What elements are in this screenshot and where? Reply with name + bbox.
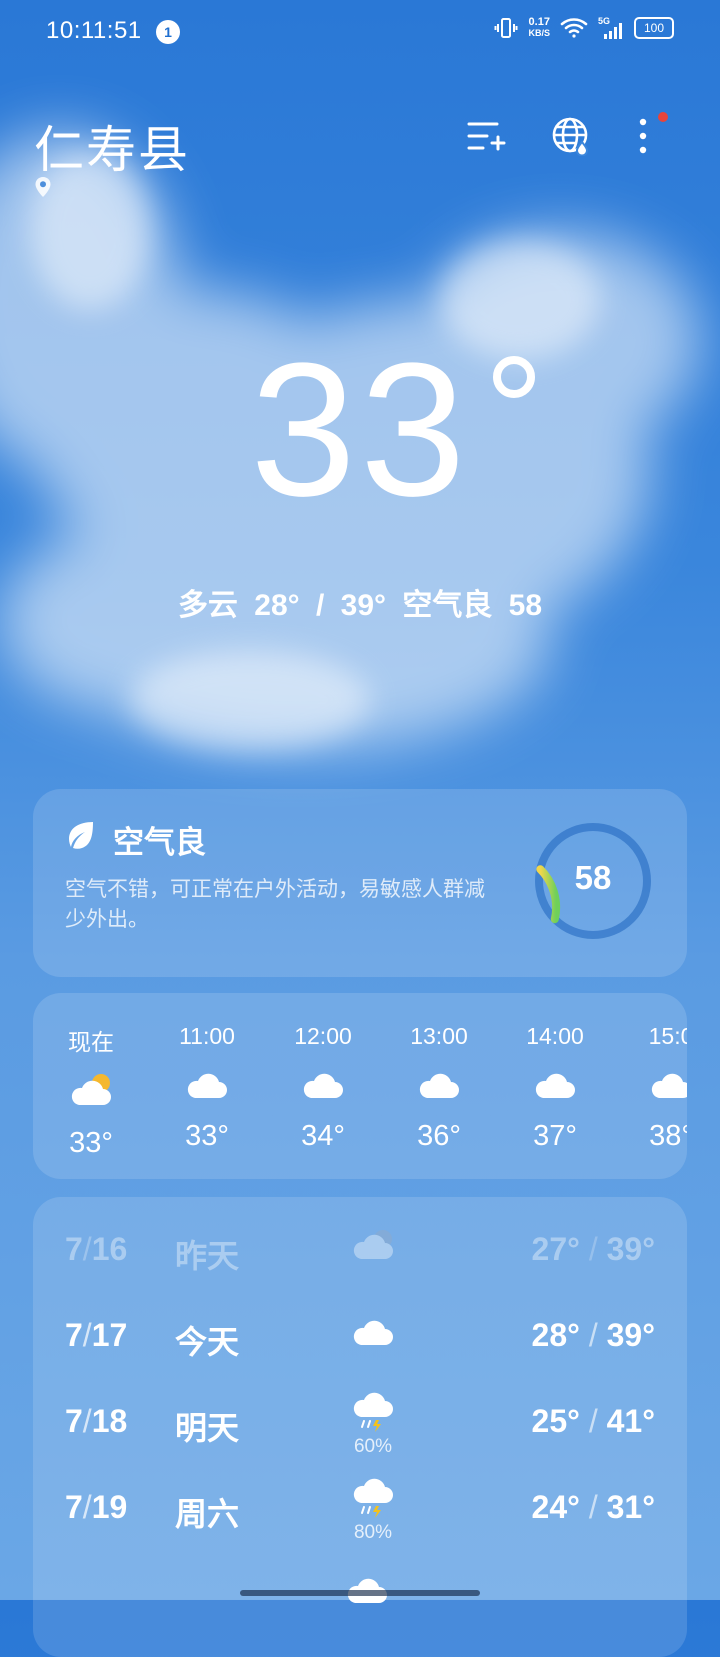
daily-forecast[interactable]: 7/16 昨天 27° / 39° 7/17 今天 28° / 39° 7/18… — [33, 1197, 687, 1657]
partly-cloudy-moon-icon — [353, 1230, 393, 1259]
cloud-icon — [419, 1073, 459, 1098]
day-name: 今天 — [175, 1324, 240, 1360]
thunder-rain-icon — [353, 1392, 393, 1432]
day-date: 7/16 — [65, 1231, 128, 1267]
leaf-icon — [69, 822, 93, 849]
daily-row-tomorrow[interactable]: 7/18 明天 60% 25° / 41° — [65, 1389, 655, 1469]
cloud-icon — [651, 1073, 687, 1098]
temp-range: 24° / 31° — [531, 1489, 655, 1525]
hour-temp: 36° — [417, 1120, 461, 1152]
hour-time: 11:00 — [179, 1023, 235, 1049]
day-date: 7/17 — [65, 1317, 128, 1353]
partly-cloudy-sun-icon — [71, 1074, 111, 1105]
hour-item: 12:00 34° — [265, 1023, 381, 1153]
hour-temp: 38° — [649, 1120, 687, 1152]
cellular-signal-icon: 5G — [598, 16, 624, 39]
day-date: 7/19 — [65, 1489, 128, 1525]
hour-item: 现在 33° — [33, 1023, 149, 1160]
degree-symbol — [493, 356, 535, 398]
hour-temp: 33° — [69, 1127, 113, 1159]
daily-row-yesterday[interactable]: 7/16 昨天 27° / 39° — [65, 1217, 655, 1277]
cloud-icon — [353, 1320, 393, 1345]
location-pin-icon — [35, 177, 51, 197]
air-quality-description: 空气不错，可正常在户外活动，易敏感人群减少外出。 — [65, 878, 485, 931]
status-bar: 10:11:51 1 0.17 KB/S 5G 100 — [0, 0, 720, 64]
temp-range: 25° / 41° — [531, 1403, 655, 1439]
hour-item: 11:00 33° — [149, 1023, 265, 1153]
hour-time: 14:00 — [526, 1023, 584, 1049]
day-name: 昨天 — [175, 1238, 240, 1274]
hour-item: 15:0 38° — [613, 1023, 687, 1153]
hour-temp: 37° — [533, 1120, 577, 1152]
vibrate-icon — [494, 18, 518, 38]
air-quality-card[interactable]: 空气良 空气不错，可正常在户外活动，易敏感人群减少外出。 58 — [33, 789, 687, 977]
rain-probability: 60% — [353, 1436, 393, 1457]
net-speed: 0.17 KB/S — [528, 16, 550, 39]
status-time: 10:11:51 — [46, 17, 142, 44]
current-temperature: 33 — [250, 324, 470, 536]
aqi-value: 58 — [574, 859, 612, 896]
hour-time: 15:0 — [648, 1023, 687, 1049]
thunder-rain-icon — [353, 1478, 393, 1518]
home-indicator[interactable] — [240, 1590, 480, 1596]
hour-time: 现在 — [68, 1029, 114, 1055]
hour-temp: 33° — [185, 1120, 229, 1152]
cloud-icon — [535, 1073, 575, 1098]
manage-cities-icon[interactable] — [466, 116, 506, 156]
weather-summary: 多云 28° / 39° 空气良 58 — [177, 589, 543, 622]
battery-icon: 100 — [634, 17, 674, 39]
globe-weather-icon[interactable] — [551, 116, 591, 156]
hour-item: 14:00 37° — [497, 1023, 613, 1153]
hour-time: 12:00 — [294, 1023, 352, 1049]
temp-range: 28° / 39° — [531, 1317, 655, 1353]
rain-probability: 80% — [353, 1522, 393, 1543]
hour-item: 13:00 36° — [381, 1023, 497, 1153]
notification-badge: 1 — [156, 20, 180, 44]
update-dot — [658, 112, 668, 122]
hourly-forecast[interactable]: 现在 33° 11:00 33° 12:00 34° 13:00 36° 14:… — [33, 993, 687, 1179]
day-name: 明天 — [175, 1410, 240, 1446]
cloud-icon — [347, 1578, 387, 1603]
wifi-icon — [560, 18, 588, 38]
cloud-icon — [187, 1073, 227, 1098]
more-icon[interactable] — [636, 116, 650, 156]
daily-row-saturday[interactable]: 7/19 周六 80% 24° / 31° — [65, 1475, 655, 1555]
hour-temp: 34° — [301, 1120, 345, 1152]
city-name[interactable]: 仁寿县 — [34, 110, 190, 182]
day-date: 7/18 — [65, 1403, 128, 1439]
air-quality-title: 空气良 — [113, 825, 206, 860]
day-name: 周六 — [175, 1496, 240, 1532]
hour-time: 13:00 — [410, 1023, 468, 1049]
daily-row-today[interactable]: 7/17 今天 28° / 39° — [65, 1303, 655, 1363]
temp-range: 27° / 39° — [531, 1231, 655, 1267]
cloud-icon — [303, 1073, 343, 1098]
